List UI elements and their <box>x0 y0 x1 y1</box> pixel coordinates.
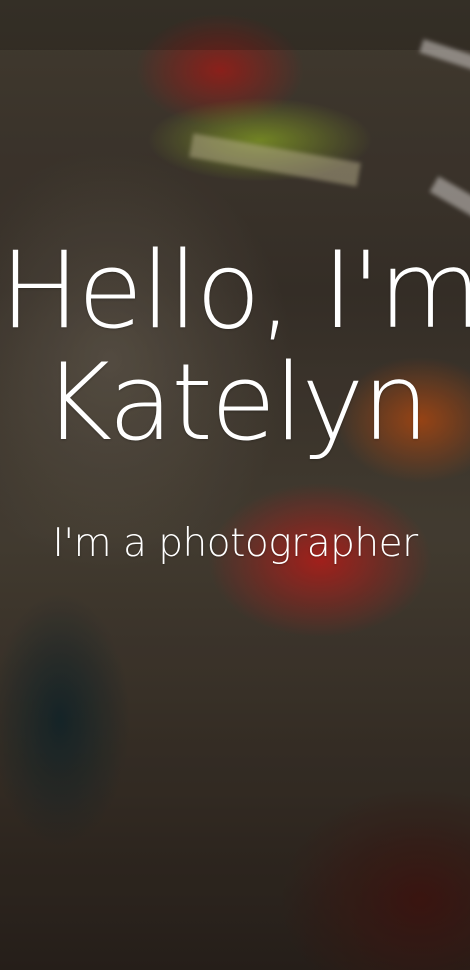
headline-greeting: Hello, I'm <box>0 229 470 352</box>
hero-section: Hello, I'm Katelyn I'm a photographer <box>0 0 470 970</box>
headline-name: Katelyn <box>42 341 430 464</box>
hero-tagline: I'm a photographer <box>52 521 418 566</box>
hero-headline: Hello, I'm Katelyn <box>0 235 470 459</box>
background-scrim <box>0 0 470 970</box>
